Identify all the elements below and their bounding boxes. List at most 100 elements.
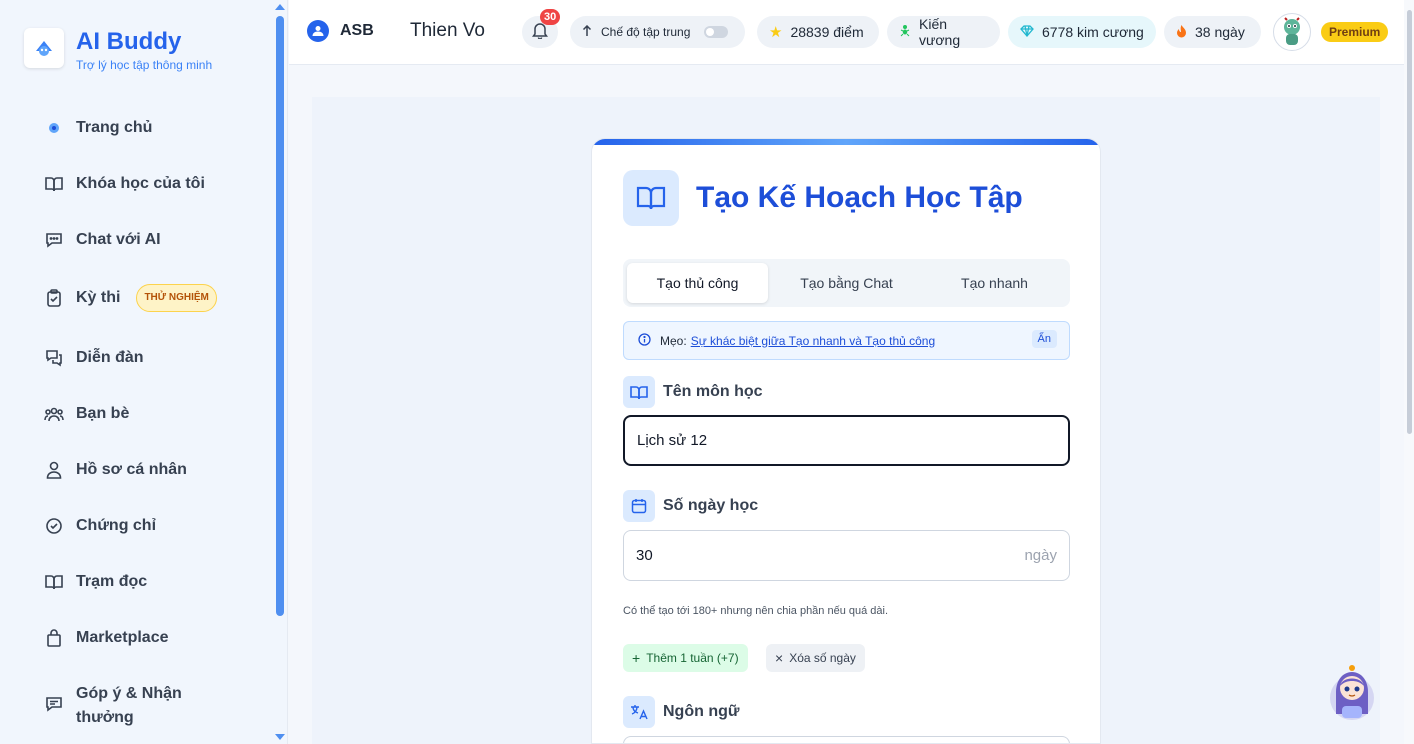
- experimental-badge: THỬ NGHIỆM: [136, 284, 217, 312]
- focus-mode-label: Chế độ tập trung: [601, 25, 691, 39]
- days-label-text: Số ngày học: [663, 497, 759, 514]
- subject-input[interactable]: Lịch sử 12: [623, 415, 1070, 466]
- user-avatar[interactable]: [1273, 13, 1311, 51]
- brand[interactable]: AI Buddy Trợ lý học tập thông minh: [24, 28, 212, 72]
- feedback-icon: [44, 694, 64, 714]
- brand-title: AI Buddy: [76, 28, 182, 55]
- forum-icon: [44, 348, 64, 368]
- diamonds-pill[interactable]: 6778 kim cương: [1008, 16, 1156, 48]
- sidebar-item-feedback[interactable]: Góp ý & Nhận thưởng: [44, 682, 264, 730]
- sidebar-item-label: Chứng chỉ: [76, 517, 157, 534]
- user-icon: [44, 460, 64, 480]
- tip-banner: Mẹo: Sự khác biệt giữa Tạo nhanh và Tạo …: [623, 321, 1070, 360]
- sidebar-item-reading[interactable]: Trạm đọc: [44, 570, 264, 594]
- add-week-label: Thêm 1 tuần (+7): [646, 651, 739, 665]
- hide-tip-button[interactable]: Ẩn: [1031, 330, 1057, 348]
- calendar-icon: [623, 490, 655, 522]
- sidebar-item-friends[interactable]: Bạn bè: [44, 402, 264, 426]
- sidebar-item-label: Kỳ thi: [76, 289, 121, 306]
- sidebar-item-label: Khóa học của tôi: [76, 175, 205, 192]
- days-value: 30: [636, 547, 653, 564]
- focus-mode-switch[interactable]: [704, 26, 729, 38]
- language-label-text: Ngôn ngữ: [663, 703, 740, 720]
- sidebar-item-label: Hồ sơ cá nhân: [76, 461, 187, 478]
- days-hint: Có thể tạo tới 180+ nhưng nên chia phần …: [623, 605, 889, 617]
- tab-quick[interactable]: Tạo nhanh: [924, 263, 1065, 303]
- org-logo-icon: [307, 20, 329, 42]
- bag-icon: [44, 628, 64, 648]
- chat-icon: [44, 230, 64, 250]
- premium-badge: Premium: [1321, 22, 1389, 42]
- sidebar-item-label: Diễn đàn: [76, 349, 144, 366]
- sidebar-item-certificates[interactable]: Chứng chỉ: [44, 514, 264, 538]
- org-switcher[interactable]: ASB: [307, 20, 374, 42]
- users-icon: [44, 404, 64, 424]
- mascot-character-icon: [1330, 665, 1374, 720]
- sidebar-item-label: Trạm đọc: [76, 573, 148, 590]
- user-name: Thien Vo: [410, 20, 485, 41]
- add-week-button[interactable]: + Thêm 1 tuần (+7): [623, 644, 748, 672]
- card-accent-bar: [592, 139, 1100, 145]
- rank-pill[interactable]: Kiến vương: [887, 16, 1000, 48]
- org-name: ASB: [340, 22, 374, 39]
- days-suffix: ngày: [1024, 547, 1057, 564]
- language-select[interactable]: [623, 736, 1070, 743]
- sidebar: AI Buddy Trợ lý học tập thông minh Trang…: [0, 0, 272, 744]
- flame-icon: [1176, 24, 1187, 41]
- tip-prefix: Mẹo:: [660, 333, 687, 348]
- subject-label-text: Tên môn học: [663, 383, 763, 400]
- book-icon: [44, 174, 64, 194]
- brand-subtitle: Trợ lý học tập thông minh: [76, 58, 213, 72]
- study-plan-card: Tạo Kế Hoạch Học Tập Tạo thủ công Tạo bằ…: [591, 138, 1101, 744]
- book-open-icon: [44, 572, 64, 592]
- notification-count-badge: 30: [540, 9, 561, 25]
- days-label: Số ngày học: [623, 490, 758, 522]
- ant-icon: [899, 24, 911, 41]
- assistant-mascot[interactable]: [1328, 662, 1376, 722]
- sidebar-item-exam[interactable]: Kỳ thi THỬ NGHIỆM: [44, 284, 264, 312]
- page-scroll-thumb[interactable]: [1407, 10, 1412, 434]
- sidebar-scroll-thumb[interactable]: [276, 16, 284, 616]
- tab-chat[interactable]: Tạo bằng Chat: [776, 263, 917, 303]
- avatar-character-icon: [1284, 17, 1300, 45]
- brand-logo-icon: [24, 28, 64, 68]
- plus-icon: +: [632, 650, 641, 666]
- diamond-icon: [1020, 24, 1034, 40]
- sidebar-scrollbar[interactable]: [272, 0, 288, 744]
- sidebar-item-label: Trang chủ: [76, 119, 153, 136]
- clipboard-check-icon: [44, 288, 64, 308]
- streak-value: 38 ngày: [1195, 24, 1245, 40]
- language-label: Ngôn ngữ: [623, 696, 739, 728]
- sidebar-item-chat-ai[interactable]: Chat với AI: [44, 228, 264, 252]
- sidebar-item-marketplace[interactable]: Marketplace: [44, 626, 264, 650]
- home-logo-icon: [44, 118, 64, 138]
- page-scrollbar[interactable]: [1404, 0, 1414, 744]
- star-icon: ★: [769, 24, 783, 41]
- streak-pill[interactable]: 38 ngày: [1164, 16, 1261, 48]
- tab-manual[interactable]: Tạo thủ công: [627, 263, 768, 303]
- info-icon: [638, 332, 651, 349]
- clear-days-button[interactable]: × Xóa số ngày: [766, 644, 865, 672]
- days-input[interactable]: 30 ngày: [623, 530, 1070, 581]
- arrow-up-icon: [582, 24, 592, 40]
- sidebar-item-label: Bạn bè: [76, 405, 130, 422]
- tip-link[interactable]: Sự khác biệt giữa Tạo nhanh và Tạo thủ c…: [691, 334, 935, 348]
- check-circle-icon: [44, 516, 64, 536]
- sidebar-item-forum[interactable]: Diễn đàn: [44, 346, 264, 370]
- close-icon: ×: [775, 650, 784, 666]
- scroll-up-icon[interactable]: [275, 4, 285, 10]
- diamonds-value: 6778 kim cương: [1042, 24, 1144, 40]
- points-pill[interactable]: ★ 28839 điểm: [757, 16, 879, 48]
- sidebar-item-label: Marketplace: [76, 629, 169, 646]
- sidebar-item-my-courses[interactable]: Khóa học của tôi: [44, 172, 264, 196]
- creation-mode-tabs: Tạo thủ công Tạo bằng Chat Tạo nhanh: [623, 259, 1070, 307]
- book-icon: [623, 376, 655, 408]
- focus-mode-toggle[interactable]: Chế độ tập trung: [570, 16, 745, 48]
- clear-days-label: Xóa số ngày: [789, 651, 856, 665]
- points-value: 28839 điểm: [790, 24, 864, 40]
- scroll-down-icon[interactable]: [275, 734, 285, 740]
- sidebar-item-profile[interactable]: Hồ sơ cá nhân: [44, 458, 264, 482]
- sidebar-item-home[interactable]: Trang chủ: [44, 116, 264, 140]
- subject-label: Tên môn học: [623, 376, 763, 408]
- sidebar-item-label: Chat với AI: [76, 231, 161, 248]
